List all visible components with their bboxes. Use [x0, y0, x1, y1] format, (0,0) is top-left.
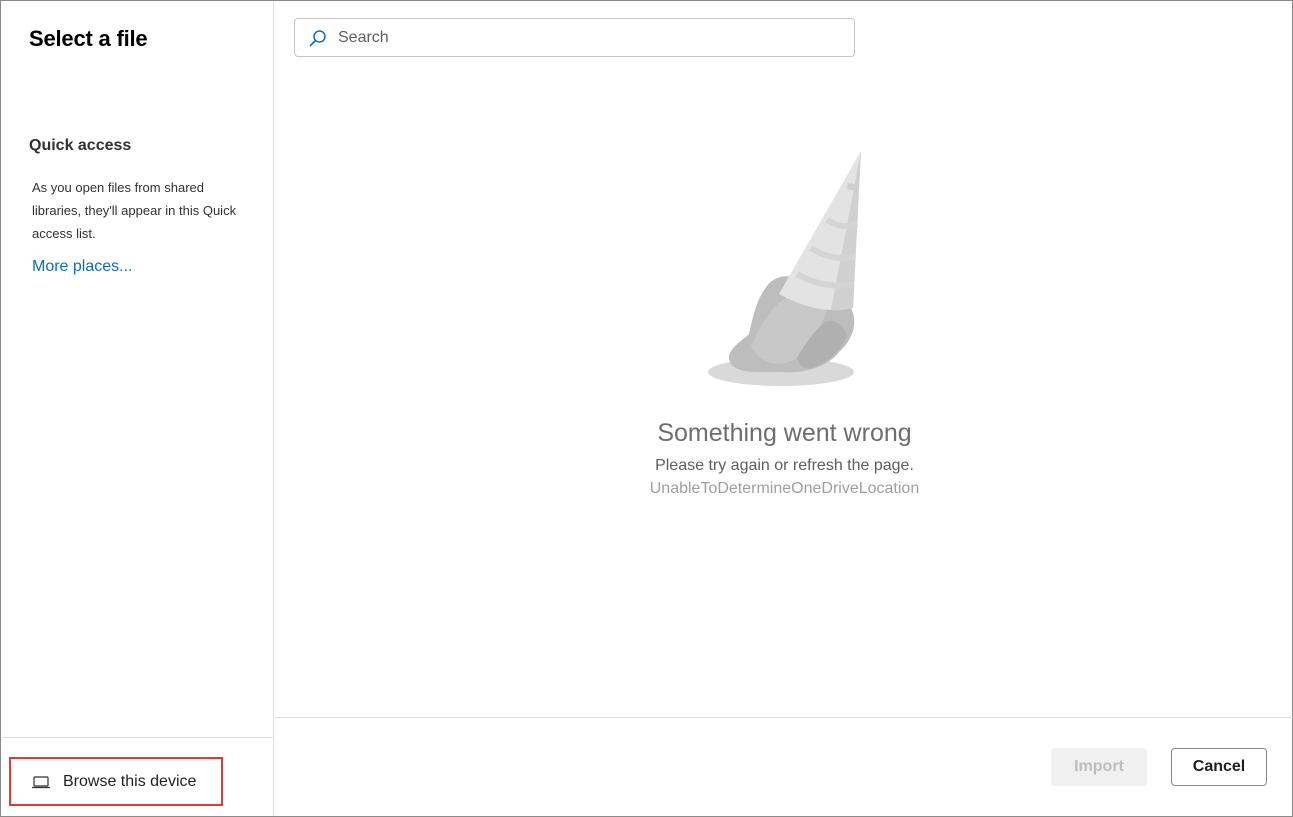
error-message: Please try again or refresh the page.	[655, 457, 914, 474]
dropped-ice-cream-illustration	[701, 146, 861, 391]
browse-this-device-label: Browse this device	[63, 772, 197, 790]
error-title: Something went wrong	[657, 419, 912, 447]
import-button[interactable]: Import	[1051, 748, 1147, 786]
quick-access-description: As you open files from shared libraries,…	[32, 180, 237, 241]
dialog-title: Select a file	[29, 26, 148, 51]
browse-this-device-button[interactable]: Browse this device	[9, 757, 223, 806]
search-input[interactable]	[338, 28, 818, 47]
file-picker-dialog: Select a file Quick access As you open f…	[0, 0, 1293, 817]
laptop-icon	[31, 774, 51, 790]
quick-access-heading: Quick access	[29, 137, 132, 154]
more-places-link[interactable]: More places...	[32, 258, 132, 276]
footer-divider	[275, 717, 1293, 718]
error-code: UnableToDetermineOneDriveLocation	[649, 480, 920, 497]
left-pane-divider	[2, 737, 274, 738]
search-icon	[309, 29, 327, 47]
cancel-button[interactable]: Cancel	[1171, 748, 1267, 786]
left-pane: Select a file Quick access As you open f…	[2, 2, 274, 816]
search-box[interactable]	[294, 18, 855, 57]
